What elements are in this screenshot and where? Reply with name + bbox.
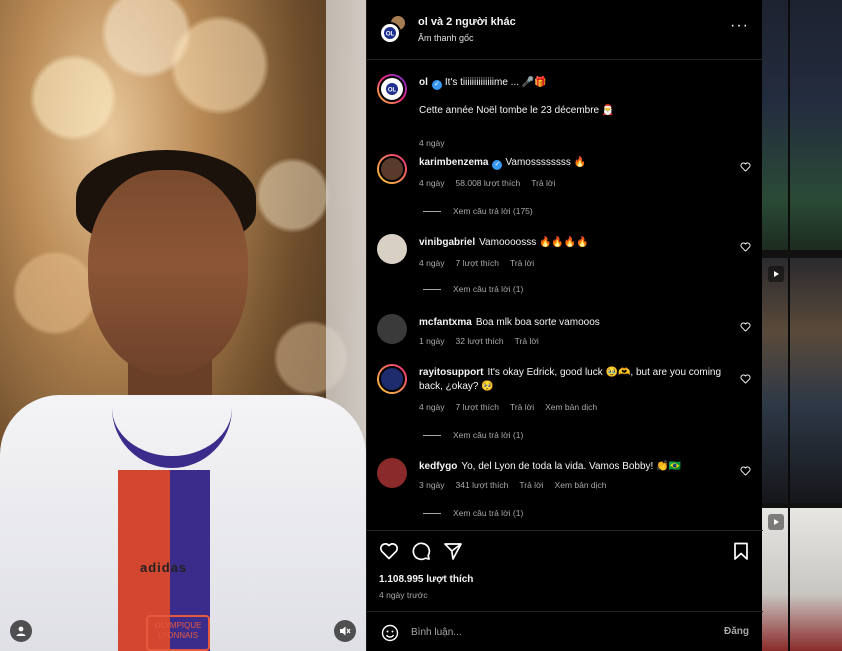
comment-username[interactable]: rayitosupport [419, 367, 483, 378]
comment-username[interactable]: kedfygo [419, 461, 457, 472]
like-count[interactable]: 1.108.995 lượt thích [379, 574, 473, 585]
background-feed [762, 0, 842, 651]
comment-time[interactable]: 4 ngày [419, 402, 445, 412]
background-thumbnail[interactable] [762, 0, 842, 250]
verified-badge-icon: ✓ [492, 160, 503, 170]
svg-text:OL: OL [388, 88, 397, 94]
emoji-icon[interactable] [381, 624, 399, 642]
post-button[interactable]: Đăng [724, 626, 749, 637]
comment-username[interactable]: mcfantxma [419, 317, 472, 328]
comment-text: Vamoooosss 🔥🔥🔥🔥 [479, 237, 589, 248]
like-heart-icon[interactable] [379, 541, 399, 561]
comment-text: Boa mlk boa sorte vamooos [475, 317, 600, 328]
comment-time[interactable]: 4 ngày [419, 178, 445, 188]
bookmark-icon[interactable] [731, 541, 751, 561]
ol-logo-icon: OL [386, 83, 398, 95]
reply-button[interactable]: Trả lời [531, 178, 555, 188]
post-details-panel: OL ol và 2 người khác Âm thanh gốc ··· O… [366, 0, 763, 651]
comment-time[interactable]: 4 ngày [419, 258, 445, 268]
view-replies-button[interactable]: Xem câu trả lời (1) [423, 284, 523, 294]
caption-username[interactable]: ol [419, 77, 428, 88]
reply-button[interactable]: Trả lời [515, 336, 539, 346]
mute-button[interactable] [334, 620, 356, 642]
comment-icon[interactable] [411, 541, 431, 561]
reply-button[interactable]: Trả lời [510, 402, 534, 412]
background-thumbnail[interactable] [762, 258, 842, 503]
caption-time[interactable]: 4 ngày [419, 138, 445, 148]
brand-logo: adidas [140, 560, 188, 575]
reel-icon [768, 266, 784, 282]
comment-composer: Đăng [367, 611, 763, 651]
reply-button[interactable]: Trả lời [519, 480, 543, 490]
ol-logo-avatar: OL [379, 22, 401, 44]
heart-icon[interactable] [740, 242, 751, 252]
club-crest: OLYMPIQUE LYONNAIS [146, 615, 210, 651]
comments-list[interactable]: OL ol ✓ It's tiiiiiiiiiiiiiime ... 🎤🎁 Cett… [367, 60, 763, 530]
share-icon[interactable] [443, 541, 463, 561]
comment-likes[interactable]: 341 lượt thích [456, 480, 509, 490]
translate-button[interactable]: Xem bản dịch [545, 402, 597, 412]
original-audio-link[interactable]: Âm thanh gốc [418, 33, 474, 43]
comment-likes[interactable]: 58.008 lượt thích [456, 178, 521, 188]
commenter-avatar[interactable] [377, 364, 407, 394]
comment-input[interactable] [411, 622, 701, 642]
commenter-avatar[interactable] [377, 234, 407, 264]
comment-likes[interactable]: 7 lượt thích [456, 402, 499, 412]
comment-time[interactable]: 3 ngày [419, 480, 445, 490]
header-collaborators[interactable]: và 2 người khác [431, 16, 516, 28]
user-icon [16, 626, 26, 636]
heart-icon[interactable] [740, 322, 751, 332]
comment-time[interactable]: 1 ngày [419, 336, 445, 346]
comment-username[interactable]: vinibgabriel [419, 237, 475, 248]
view-replies-button[interactable]: Xem câu trả lời (1) [423, 430, 523, 440]
post-actions: 1.108.995 lượt thích 4 ngày trước [367, 530, 763, 610]
more-options-icon[interactable]: ··· [730, 18, 749, 34]
video-player[interactable]: adidas OLYMPIQUE LYONNAIS [0, 0, 366, 651]
caption-line2: Cette année Noël tombe le 23 décembre 🎅 [419, 105, 615, 116]
caption-avatar[interactable]: OL [377, 74, 407, 104]
header-username[interactable]: ol [418, 16, 428, 28]
tagged-users-button[interactable] [10, 620, 32, 642]
reel-icon [768, 514, 784, 530]
heart-icon[interactable] [740, 466, 751, 476]
commenter-avatar[interactable] [377, 154, 407, 184]
post-date[interactable]: 4 ngày trước [379, 590, 428, 600]
view-replies-button[interactable]: Xem câu trả lời (175) [423, 206, 533, 216]
comment-text: Yo, del Lyon de toda la vida. Vamos Bobb… [461, 461, 682, 472]
collab-avatars[interactable]: OL [379, 14, 409, 44]
translate-button[interactable]: Xem bản dịch [555, 480, 607, 490]
comment-username[interactable]: karimbenzema [419, 157, 488, 168]
commenter-avatar[interactable] [377, 458, 407, 488]
comment-likes[interactable]: 7 lượt thích [456, 258, 499, 268]
comment-text: Vamossssssss 🔥 [505, 157, 587, 168]
speaker-muted-icon [340, 626, 351, 636]
view-replies-button[interactable]: Xem câu trả lời (1) [423, 508, 523, 518]
reply-button[interactable]: Trả lời [510, 258, 534, 268]
player-face [88, 170, 248, 375]
post-header: OL ol và 2 người khác Âm thanh gốc ··· [367, 0, 763, 60]
background-thumbnail[interactable] [762, 508, 842, 651]
commenter-avatar[interactable] [377, 314, 407, 344]
heart-icon[interactable] [740, 374, 751, 384]
comment-likes[interactable]: 32 lượt thích [456, 336, 504, 346]
heart-icon[interactable] [740, 162, 751, 172]
caption-text: It's tiiiiiiiiiiiiiime ... 🎤🎁 [444, 77, 547, 88]
svg-text:OL: OL [386, 32, 395, 38]
verified-badge-icon: ✓ [431, 80, 442, 90]
